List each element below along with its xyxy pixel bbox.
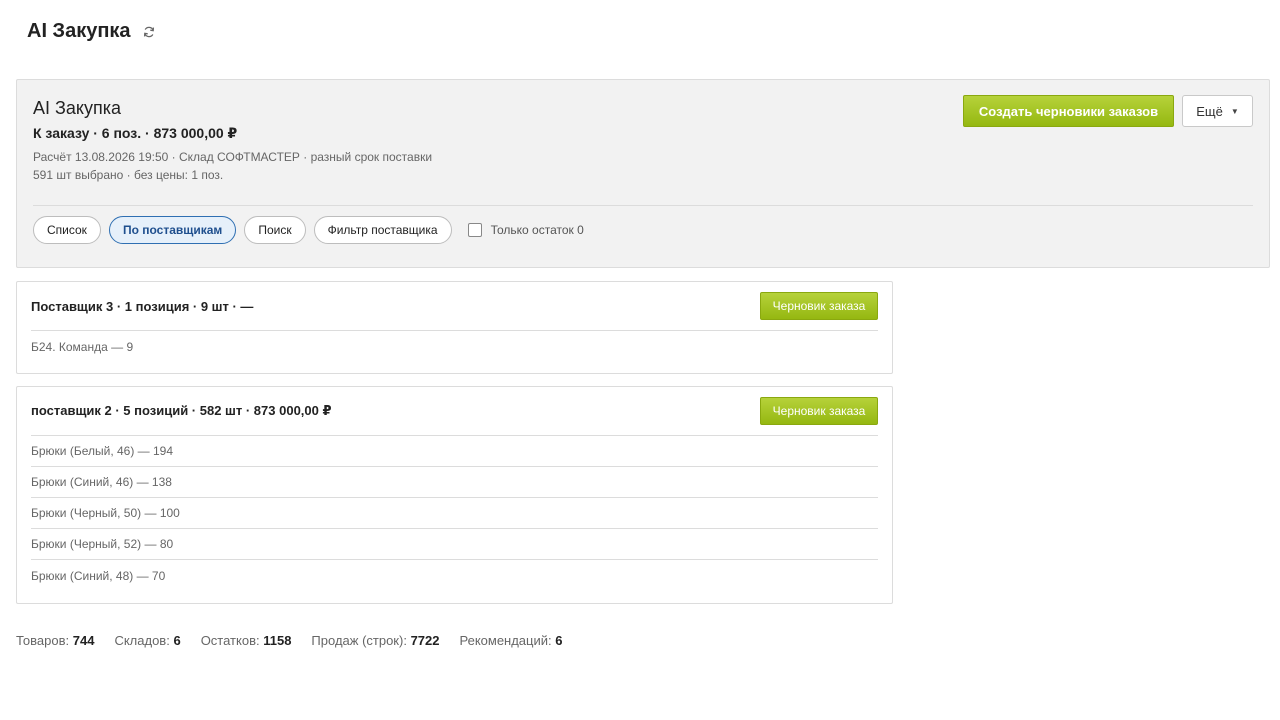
view-filters: Список По поставщикам Поиск Фильтр поста… (33, 216, 584, 244)
stat-products: Товаров: 744 (16, 633, 95, 648)
draft-order-button[interactable]: Черновик заказа (760, 397, 878, 425)
stat-recommendations: Рекомендаций: 6 (459, 633, 563, 648)
supplier-card: Поставщик 3 · 1 позиция · 9 шт · — Черно… (16, 281, 893, 374)
selection-info: 591 шт выбрано · без цены: 1 поз. (33, 168, 224, 182)
more-button[interactable]: Ещё ▼ (1182, 95, 1253, 127)
more-button-label: Ещё (1196, 103, 1223, 119)
supplier-card-header: поставщик 2 · 5 позиций · 582 шт · 873 0… (31, 387, 878, 436)
chip-search[interactable]: Поиск (244, 216, 306, 244)
list-item: Брюки (Черный, 52) — 80 (31, 529, 878, 560)
list-item: Брюки (Черный, 50) — 100 (31, 498, 878, 529)
supplier-card-header: Поставщик 3 · 1 позиция · 9 шт · — Черно… (31, 282, 878, 331)
page-header: AI Закупка (27, 20, 156, 43)
chip-supplier-filter[interactable]: Фильтр поставщика (313, 216, 452, 244)
page-title: AI Закупка (27, 20, 131, 42)
supplier-title: Поставщик 3 · 1 позиция · 9 шт · — (31, 298, 254, 314)
chip-list[interactable]: Список (33, 216, 101, 244)
list-item: Б24. Команда — 9 (31, 339, 134, 354)
divider (33, 205, 1253, 206)
caret-down-icon: ▼ (1230, 106, 1239, 116)
only-zero-stock-label: Только остаток 0 (490, 223, 584, 237)
refresh-icon[interactable] (142, 25, 156, 39)
supplier-card: поставщик 2 · 5 позиций · 582 шт · 873 0… (16, 386, 893, 604)
only-zero-stock-checkbox[interactable] (467, 223, 482, 237)
supplier-title: поставщик 2 · 5 позиций · 582 шт · 873 0… (31, 403, 332, 418)
draft-order-button[interactable]: Черновик заказа (760, 292, 878, 320)
create-drafts-button[interactable]: Создать черновики заказов (963, 95, 1174, 127)
order-total: К заказу · 6 поз. · 873 000,00 ₽ (33, 125, 238, 141)
summary-title: AI Закупка (33, 98, 121, 118)
summary-panel: AI Закупка К заказу · 6 поз. · 873 000,0… (16, 79, 1270, 268)
stat-warehouses: Складов: 6 (114, 633, 181, 648)
calculation-info: Расчёт 13.08.2026 19:50 · Склад СОФТМАСТ… (33, 150, 433, 164)
stat-stock: Остатков: 1158 (200, 633, 292, 648)
list-item: Брюки (Белый, 46) — 194 (31, 436, 878, 467)
list-item: Брюки (Синий, 46) — 138 (31, 467, 878, 498)
list-item: Брюки (Синий, 48) — 70 (31, 568, 166, 583)
chip-by-suppliers[interactable]: По поставщикам (108, 216, 237, 244)
only-zero-stock-toggle[interactable]: Только остаток 0 (467, 223, 584, 237)
stat-sales: Продаж (строк): 7722 (311, 633, 440, 648)
stats-bar: Товаров: 744 Складов: 6 Остатков: 1158 П… (16, 633, 582, 648)
